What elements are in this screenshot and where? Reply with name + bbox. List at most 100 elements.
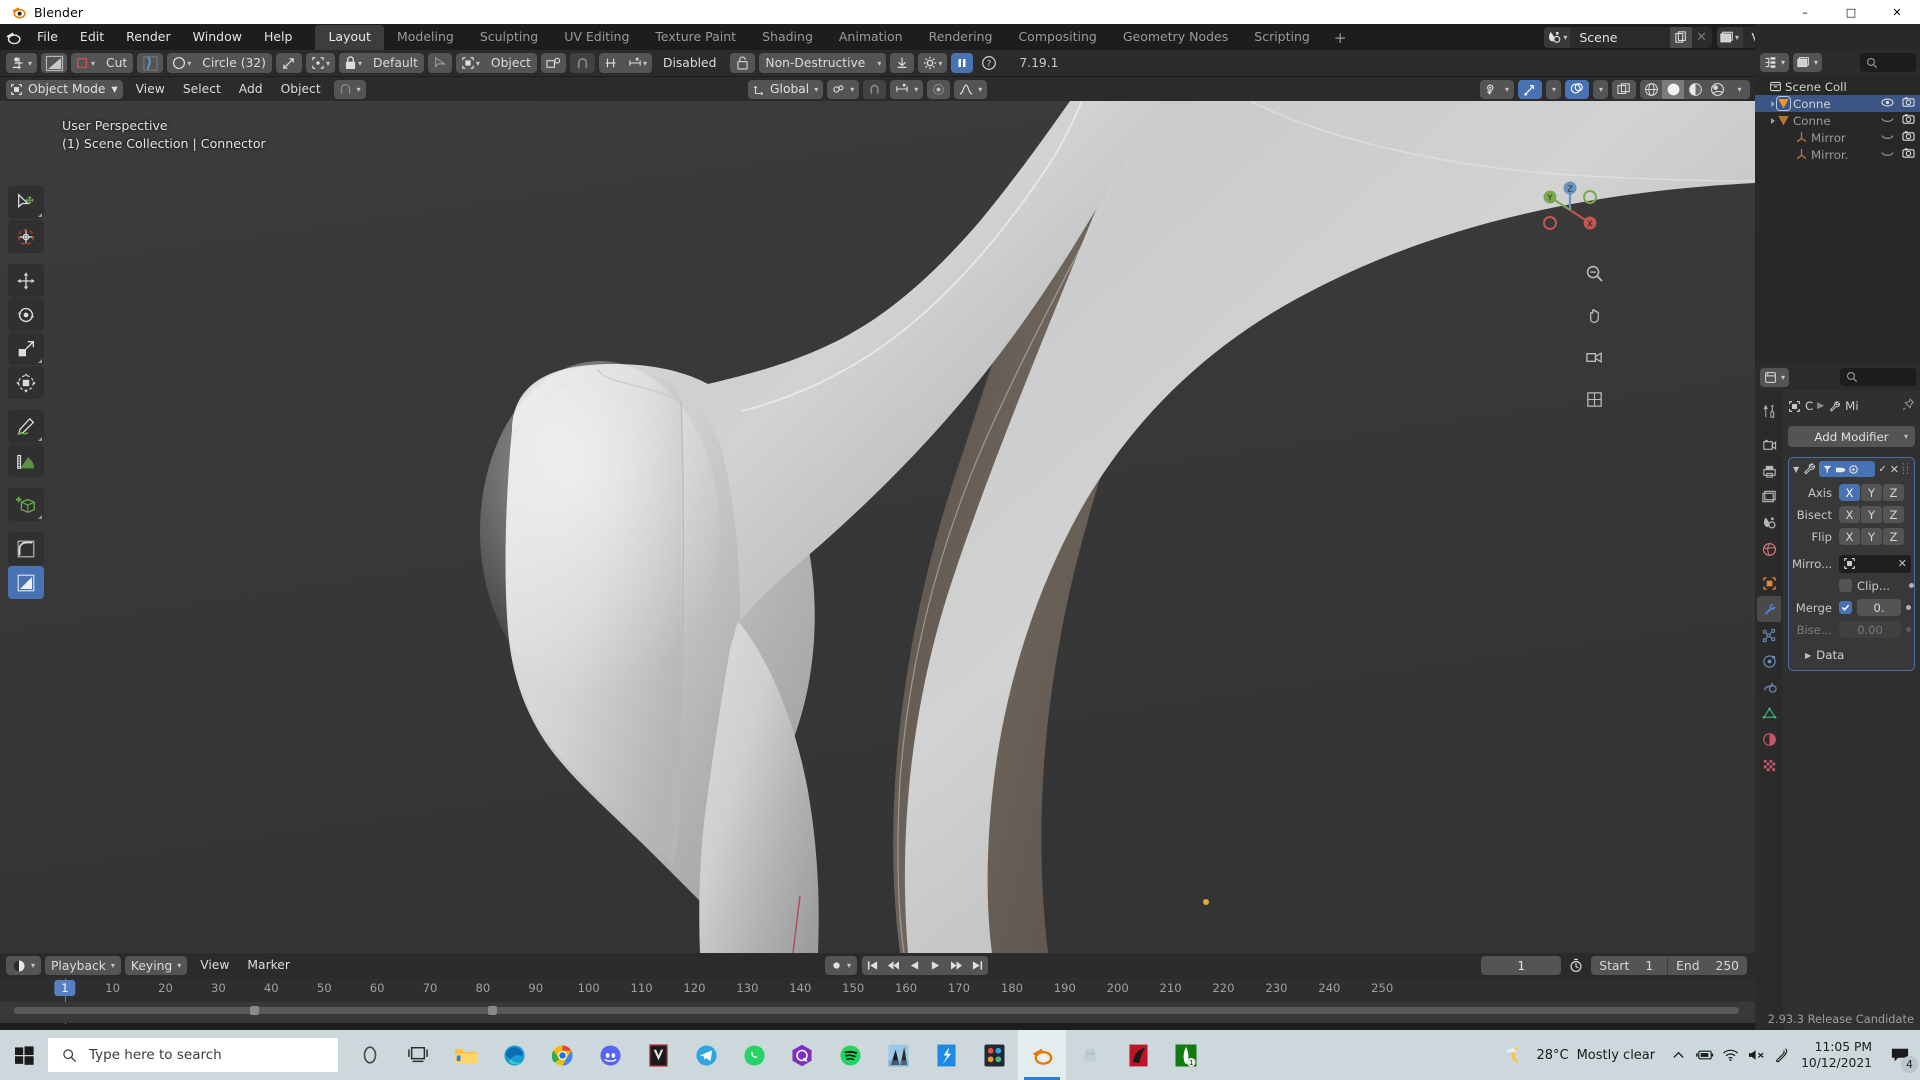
shading-options-dropdown[interactable]: ▾: [1728, 80, 1750, 99]
snap-toggle[interactable]: [863, 79, 887, 99]
scroll-handle-left[interactable]: [250, 1006, 259, 1015]
taskbar-blender-icon[interactable]: [1018, 1030, 1066, 1080]
modifier-tab[interactable]: [1757, 596, 1781, 622]
viewport-canvas[interactable]: User Perspective (1) Scene Collection | …: [0, 101, 1755, 953]
wireframe-shading-button[interactable]: [1640, 80, 1662, 99]
snap-magnet-icon[interactable]: [569, 53, 595, 73]
solid-shading-button[interactable]: [1662, 79, 1684, 99]
rotate-tool[interactable]: [8, 298, 44, 331]
merge-checkbox[interactable]: [1839, 601, 1852, 614]
expand-icon[interactable]: [275, 53, 302, 73]
proportional-mode-selector[interactable]: Non-Destructive ▾: [759, 53, 887, 73]
outliner-row[interactable]: Conne: [1755, 95, 1920, 112]
outliner-display-mode[interactable]: ▾: [1793, 52, 1823, 72]
scale-tool[interactable]: [8, 332, 44, 365]
outliner-row[interactable]: Scene Coll: [1755, 78, 1920, 95]
taskbar-krita-icon[interactable]: [1114, 1030, 1162, 1080]
clipping-checkbox[interactable]: [1839, 579, 1852, 592]
pause-button[interactable]: [951, 53, 974, 73]
gear-settings[interactable]: ▾: [918, 53, 948, 73]
taskbar-audacity-icon[interactable]: [874, 1030, 922, 1080]
mirror-object-field[interactable]: ✕: [1839, 554, 1911, 573]
menu-window[interactable]: Window: [182, 24, 253, 50]
taskbar-spotify-icon[interactable]: [826, 1030, 874, 1080]
expand-arrow-icon[interactable]: [1771, 117, 1775, 124]
active-tool-display[interactable]: ▾: [6, 53, 38, 73]
timeline-ruler[interactable]: 1 10 20 30 40 50 60 70 80 90 100 110 120 130 140 150 16…: [0, 978, 1755, 1024]
render-visibility-camera-icon[interactable]: [1902, 96, 1915, 111]
playback-menu[interactable]: Playback ▾: [45, 956, 121, 975]
workspace-tab-rendering[interactable]: Rendering: [916, 25, 1006, 50]
interaction-mode-selector[interactable]: Object Mode ▾: [6, 79, 123, 99]
bisect-z-toggle[interactable]: Z: [1883, 506, 1904, 523]
xray-toggle[interactable]: [1612, 79, 1636, 99]
workspace-tab-layout[interactable]: Layout: [315, 25, 384, 50]
scene-selector[interactable]: ▾ Scene ✕: [1544, 26, 1712, 48]
pan-hand-icon[interactable]: [1580, 301, 1608, 329]
scroll-handle-right[interactable]: [488, 1006, 497, 1015]
workspace-tab-scripting[interactable]: Scripting: [1241, 25, 1323, 50]
flip-x-toggle[interactable]: X: [1839, 528, 1860, 545]
pin-icon[interactable]: [1902, 398, 1915, 414]
camera-view-icon[interactable]: [1580, 343, 1608, 371]
visibility-eye-closed-icon[interactable]: [1881, 131, 1894, 145]
add-workspace-button[interactable]: +: [1323, 28, 1358, 50]
jump-end-button[interactable]: [967, 956, 988, 975]
taskbar-clock[interactable]: 11:05 PM 10/12/2021: [1795, 1039, 1880, 1071]
current-frame-field[interactable]: 1: [1481, 956, 1562, 975]
shape-selector[interactable]: ▾ Circle (32): [167, 53, 272, 73]
taskbar-cortana-icon[interactable]: [346, 1030, 394, 1080]
next-keyframe-button[interactable]: [946, 956, 967, 975]
play-reverse-button[interactable]: [904, 956, 925, 975]
cut-mode-selector[interactable]: ▾ Cut: [71, 53, 134, 73]
bevel-tool[interactable]: [8, 532, 44, 565]
timeline-menu-view[interactable]: View: [191, 956, 238, 975]
current-frame-indicator[interactable]: 1: [54, 980, 76, 996]
axis-z-toggle[interactable]: Z: [1883, 484, 1904, 501]
new-scene-button[interactable]: [1669, 26, 1692, 48]
visibility-selector[interactable]: ▾: [1479, 79, 1514, 99]
workspace-tab-modeling[interactable]: Modeling: [384, 25, 467, 50]
blender-menu-icon[interactable]: [0, 24, 26, 50]
bisect-distance-animate-dot[interactable]: [1906, 627, 1911, 632]
play-button[interactable]: [925, 956, 946, 975]
add-cube-tool[interactable]: [8, 488, 44, 521]
zoom-icon[interactable]: [1580, 259, 1608, 287]
axis-y-toggle[interactable]: Y: [1861, 484, 1882, 501]
rendered-shading-button[interactable]: [1706, 80, 1728, 99]
taskbar-edge-icon[interactable]: [490, 1030, 538, 1080]
pivot-selector[interactable]: ▾: [305, 53, 335, 73]
expand-triangle-icon[interactable]: ▼: [1793, 465, 1799, 474]
overlays-options[interactable]: ▾: [1592, 79, 1608, 99]
add-modifier-button[interactable]: Add Modifier ▾: [1788, 426, 1915, 447]
pen-icon[interactable]: [1769, 1030, 1795, 1080]
taskbar-whatsapp-icon[interactable]: [730, 1030, 778, 1080]
workspace-tab-uv-editing[interactable]: UV Editing: [551, 25, 642, 50]
knife-tool-indicator[interactable]: [41, 53, 68, 73]
taskbar-telegram-icon[interactable]: [682, 1030, 730, 1080]
view-layer-tab[interactable]: [1757, 484, 1781, 510]
outliner-editor-type[interactable]: ▾: [1760, 52, 1790, 72]
transform-tool[interactable]: [8, 366, 44, 399]
viewport-menu-add[interactable]: Add: [230, 80, 272, 99]
menu-help[interactable]: Help: [253, 24, 304, 50]
gizmo-options[interactable]: ▾: [1545, 79, 1561, 99]
delete-scene-button[interactable]: ✕: [1692, 27, 1712, 48]
workspace-tab-animation[interactable]: Animation: [826, 25, 916, 50]
transform-icon[interactable]: [540, 53, 566, 73]
preset-selector[interactable]: ▾ Default: [338, 53, 424, 73]
gizmo-toggle[interactable]: [1517, 79, 1542, 99]
measure-tool[interactable]: [8, 444, 44, 477]
outliner-search-input[interactable]: [1860, 53, 1916, 72]
modifier-enabled-check-icon[interactable]: ✓: [1878, 464, 1886, 475]
workspace-tab-texture-paint[interactable]: Texture Paint: [642, 25, 749, 50]
prev-keyframe-button[interactable]: [883, 956, 904, 975]
modifier-delete-icon[interactable]: ✕: [1890, 463, 1899, 476]
auto-key-icon[interactable]: [1566, 958, 1586, 973]
taskbar-ghost-icon[interactable]: [1066, 1030, 1114, 1080]
viewport-menu-view[interactable]: View: [127, 80, 174, 99]
volume-muted-icon[interactable]: [1743, 1030, 1769, 1080]
breadcrumb-object[interactable]: C: [1805, 399, 1813, 413]
menu-render[interactable]: Render: [115, 24, 182, 50]
workspace-tab-compositing[interactable]: Compositing: [1005, 25, 1109, 50]
